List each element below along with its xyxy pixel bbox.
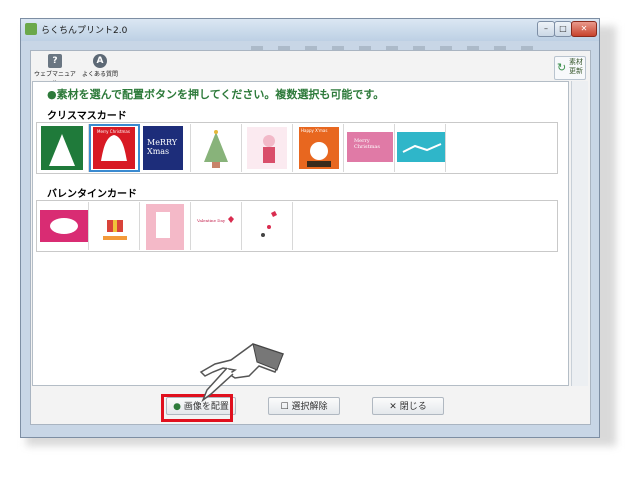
christmas-thumb-4[interactable] (191, 124, 242, 172)
valentine-thumb-5[interactable] (242, 202, 293, 250)
material-panel: ●素材を選んで配置ボタンを押してください。複数選択も可能です。 クリスマスカード… (32, 81, 569, 386)
faq-label: よくある質問 (81, 71, 118, 78)
faq-button[interactable]: A よくある質問 (81, 54, 119, 78)
valentine-thumbnail-strip: Valentine Day (36, 200, 558, 252)
instruction-text: ●素材を選んで配置ボタンを押してください。複数選択も可能です。 (47, 88, 385, 101)
valentine-thumb-3[interactable] (140, 202, 191, 250)
christmas-thumb-8[interactable] (395, 124, 446, 172)
toolbar: ? ウェブマニュアル A よくある質問 ↻ 素材更新 (31, 51, 590, 87)
vertical-scrollbar[interactable] (571, 81, 588, 386)
valentine-thumb-1[interactable] (38, 202, 89, 250)
section-title-valentine: バレンタインカード (47, 189, 137, 200)
christmas-thumbnail-strip: Merry Christmas MeRRY Xmas Happy X'mas M… (36, 122, 558, 174)
christmas-thumb-6[interactable]: Happy X'mas (293, 124, 344, 172)
christmas-thumb-3[interactable]: MeRRY Xmas (140, 124, 191, 172)
close-label: 閉じる (399, 402, 427, 412)
thumb-merry-text: MeRRY (147, 138, 178, 147)
window-title: らくちんプリント2.0 (41, 26, 128, 36)
pointing-hand-icon (199, 343, 285, 403)
clear-selection-label: 選択解除 (291, 402, 328, 412)
title-bar[interactable]: らくちんプリント2.0 – □ ✕ (21, 19, 599, 41)
minimize-button[interactable]: – (537, 21, 555, 37)
close-button[interactable]: ✕ 閉じる (372, 397, 444, 415)
christmas-thumb-2-selected[interactable]: Merry Christmas (89, 124, 140, 172)
dialog-button-bar: ● 画像を配置 ☐ 選択解除 ✕ 閉じる (31, 387, 592, 425)
app-icon (25, 23, 37, 35)
valentine-thumb-4[interactable]: Valentine Day (191, 202, 242, 250)
close-x-icon: ✕ (389, 402, 397, 412)
section-title-christmas: クリスマスカード (47, 111, 127, 122)
thumb-merry-christmas-text-2: Merry Christmas (354, 138, 380, 150)
thumb-merry-christmas-text: Merry Christmas (97, 129, 130, 134)
refresh-icon: ↻ (557, 61, 567, 74)
refresh-label-line1: 素材 (569, 58, 583, 66)
dialog-client: ? ウェブマニュアル A よくある質問 ↻ 素材更新 ●素材を選んで配置ボタンを… (30, 50, 591, 425)
christmas-thumb-7[interactable]: Merry Christmas (344, 124, 395, 172)
app-window: らくちんプリント2.0 – □ ✕ ? ウェブマニュアル A よくある質問 ↻ … (20, 18, 600, 438)
maximize-button[interactable]: □ (554, 21, 572, 37)
valentine-thumb-2[interactable] (89, 202, 140, 250)
close-window-button[interactable]: ✕ (571, 21, 597, 37)
help-question-icon: ? (48, 54, 62, 68)
thumb-xmas-text: Xmas (147, 147, 170, 156)
material-refresh-button[interactable]: ↻ 素材 更新 (554, 56, 586, 80)
christmas-thumb-1[interactable] (38, 124, 89, 172)
refresh-label-line2: 更新 (569, 67, 583, 75)
christmas-thumb-5[interactable] (242, 124, 293, 172)
faq-bubble-icon: A (93, 54, 107, 68)
